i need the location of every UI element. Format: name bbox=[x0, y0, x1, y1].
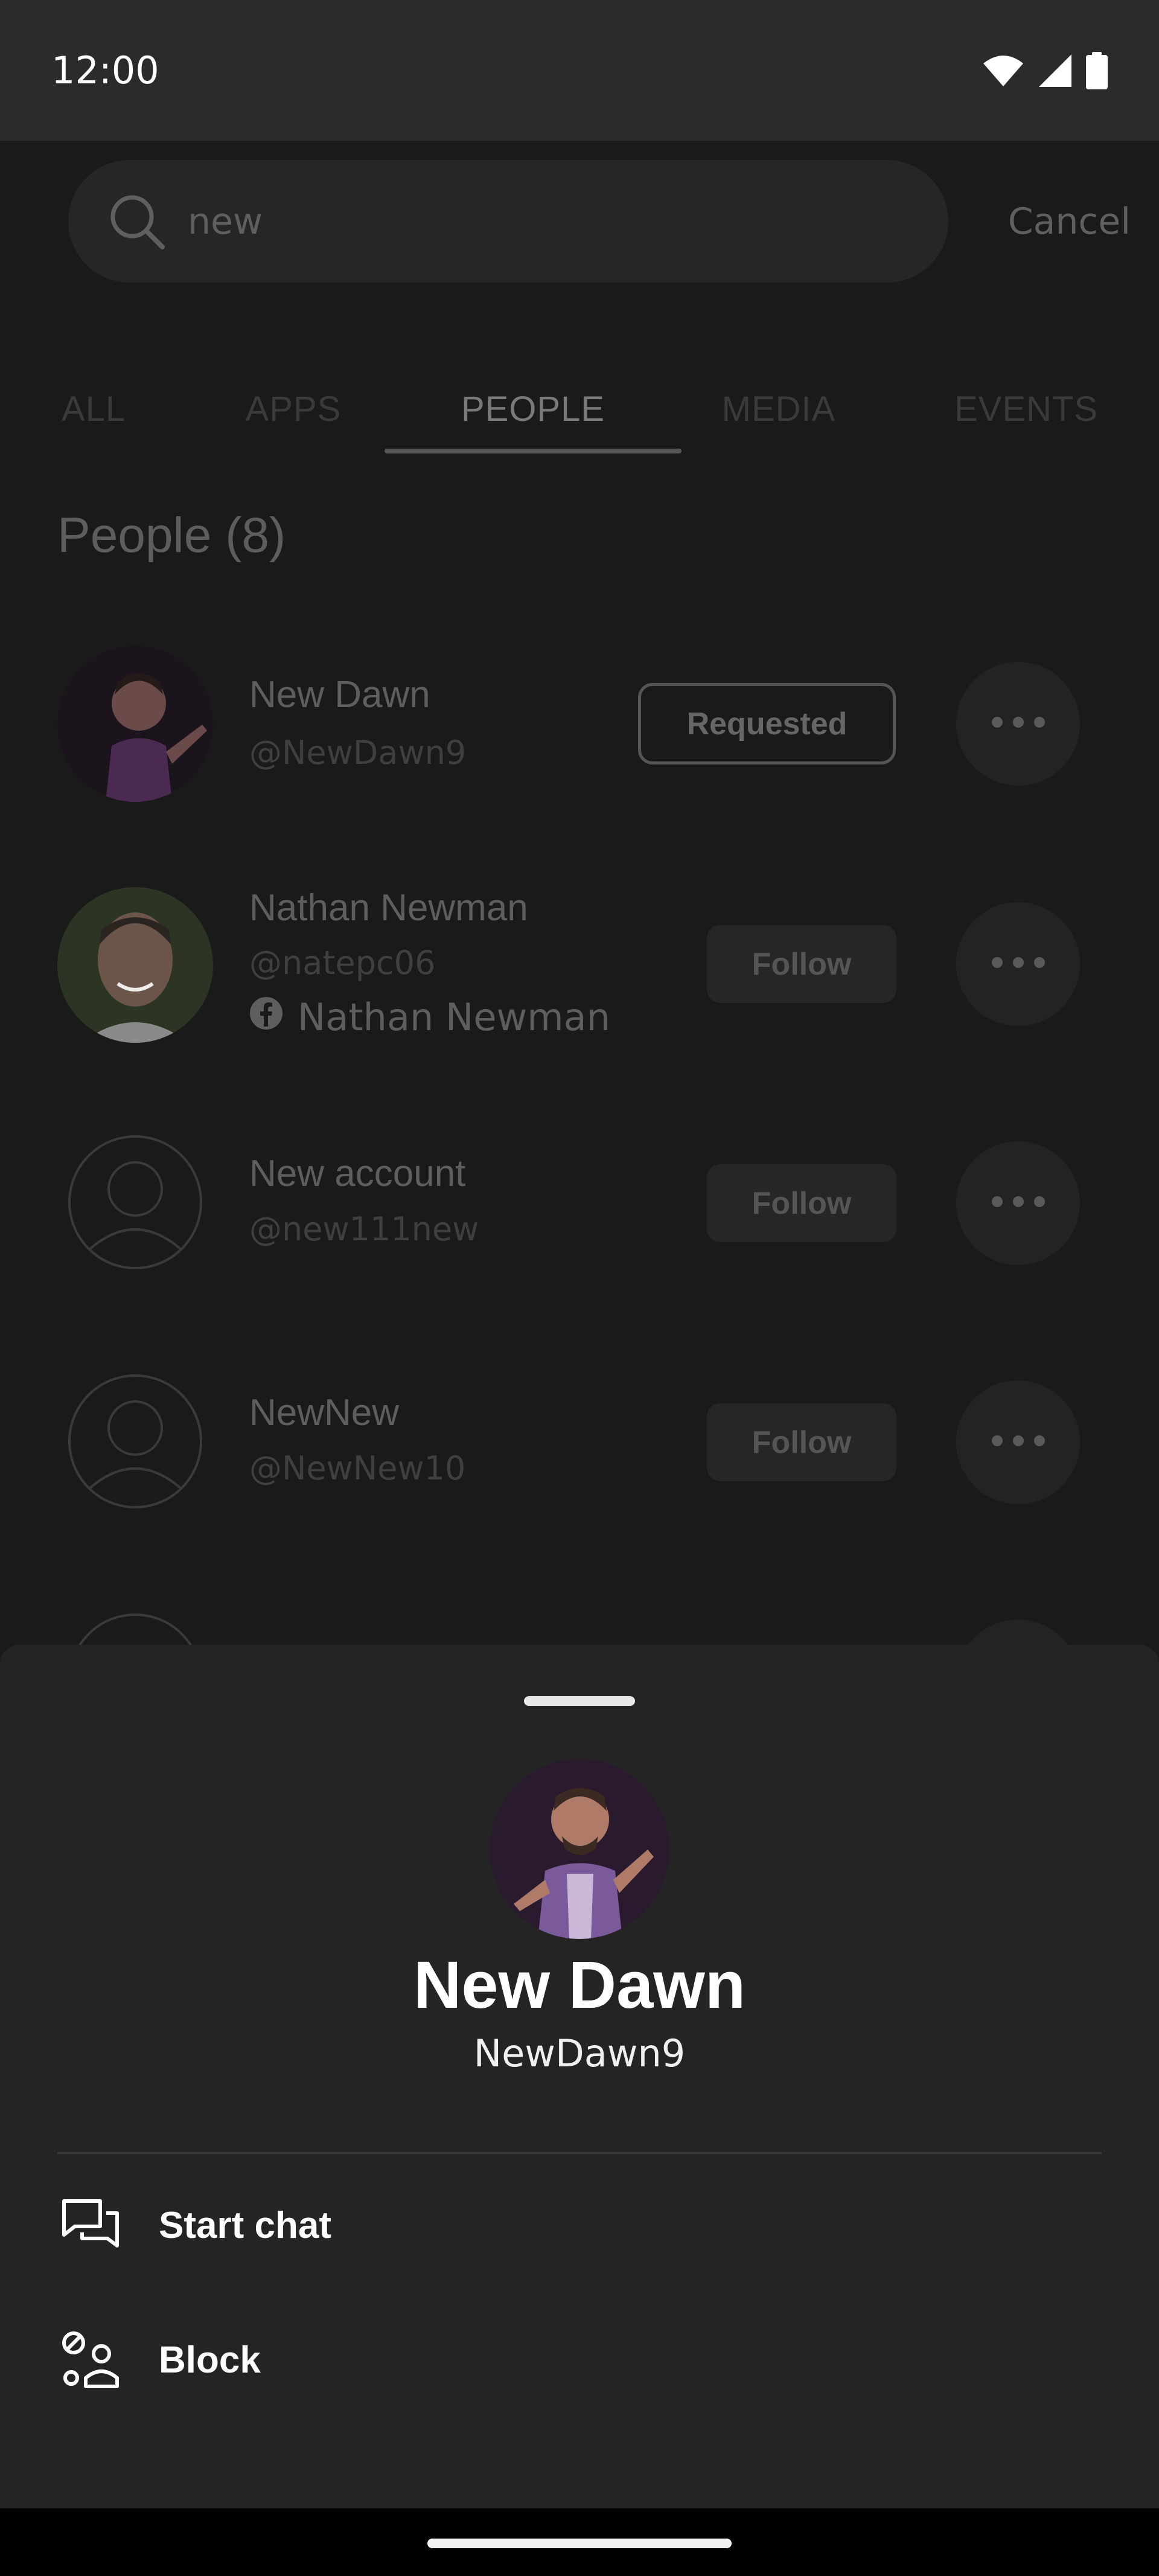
more-options-button[interactable] bbox=[956, 1141, 1080, 1265]
search-icon bbox=[107, 191, 167, 252]
person-handle: @new111new bbox=[249, 1210, 479, 1248]
status-bar: 12:00 bbox=[0, 0, 1159, 141]
search-input[interactable]: new bbox=[68, 160, 948, 283]
avatar bbox=[57, 887, 213, 1043]
list-item[interactable]: New account @new111new Follow bbox=[0, 1135, 1159, 1304]
app-screen: 12:00 new Cancel ALL APPS PEOPLE MEDIA E… bbox=[0, 0, 1159, 2576]
person-name: NewNew bbox=[249, 1392, 400, 1434]
more-horizontal-icon bbox=[991, 956, 1046, 972]
requested-button[interactable]: Requested bbox=[638, 683, 896, 764]
more-horizontal-icon bbox=[991, 716, 1046, 731]
cancel-button[interactable]: Cancel bbox=[1008, 200, 1131, 243]
person-name: New account bbox=[249, 1153, 466, 1194]
list-item[interactable]: New Dawn @NewDawn9 Requested bbox=[0, 640, 1159, 809]
home-gesture-handle[interactable] bbox=[427, 2539, 732, 2548]
person-name: Nathan Newman bbox=[249, 887, 528, 929]
facebook-connection: Nathan Newman bbox=[249, 995, 610, 1039]
person-name: New Dawn bbox=[249, 674, 430, 716]
tab-events[interactable]: EVENTS bbox=[930, 362, 1123, 456]
navigation-bar bbox=[0, 2508, 1159, 2576]
default-avatar bbox=[68, 1135, 202, 1269]
divider bbox=[57, 2152, 1102, 2154]
follow-button[interactable]: Follow bbox=[707, 1403, 896, 1481]
block-user-icon bbox=[57, 2327, 124, 2393]
more-horizontal-icon bbox=[991, 1435, 1046, 1450]
signal-icon bbox=[1038, 53, 1073, 88]
sheet-drag-handle[interactable] bbox=[524, 1696, 635, 1706]
follow-button[interactable]: Follow bbox=[707, 1164, 896, 1242]
search-tabs: ALL APPS PEOPLE MEDIA EVENTS bbox=[0, 362, 1159, 456]
tab-people[interactable]: PEOPLE bbox=[385, 362, 682, 456]
person-handle: @NewDawn9 bbox=[249, 734, 467, 772]
profile-bottom-sheet: New Dawn NewDawn9 Start chat Block bbox=[0, 1645, 1159, 2508]
wifi-icon bbox=[982, 54, 1024, 88]
people-section-title: People (8) bbox=[57, 508, 286, 563]
search-row: new Cancel bbox=[68, 160, 1131, 283]
status-time: 12:00 bbox=[51, 48, 159, 92]
battery-icon bbox=[1086, 51, 1108, 89]
list-item[interactable]: Nathan Newman @natepc06 Nathan Newman Fo… bbox=[0, 882, 1159, 1063]
search-query: new bbox=[188, 200, 263, 243]
status-icons bbox=[982, 51, 1108, 89]
profile-name: New Dawn bbox=[413, 1948, 746, 2022]
facebook-name: Nathan Newman bbox=[298, 995, 610, 1039]
profile-handle: NewDawn9 bbox=[473, 2031, 686, 2075]
active-tab-indicator bbox=[385, 449, 682, 453]
avatar bbox=[490, 1759, 669, 1939]
block-button[interactable]: Block bbox=[57, 2315, 1102, 2405]
more-options-button[interactable] bbox=[956, 1380, 1080, 1504]
tab-apps[interactable]: APPS bbox=[221, 362, 366, 456]
default-avatar bbox=[68, 1374, 202, 1508]
chat-icon bbox=[57, 2192, 124, 2258]
tab-media[interactable]: MEDIA bbox=[694, 362, 863, 456]
person-handle: @NewNew10 bbox=[249, 1449, 466, 1487]
more-options-button[interactable] bbox=[956, 902, 1080, 1026]
list-item[interactable]: NewNew @NewNew10 Follow bbox=[0, 1374, 1159, 1543]
start-chat-label: Start chat bbox=[159, 2204, 331, 2246]
start-chat-button[interactable]: Start chat bbox=[57, 2180, 1102, 2270]
person-handle: @natepc06 bbox=[249, 944, 436, 982]
facebook-icon bbox=[249, 995, 283, 1039]
block-label: Block bbox=[159, 2339, 261, 2381]
follow-button[interactable]: Follow bbox=[707, 925, 896, 1003]
more-options-button[interactable] bbox=[956, 662, 1080, 786]
tab-all[interactable]: ALL bbox=[33, 362, 154, 456]
avatar bbox=[57, 646, 213, 802]
more-horizontal-icon bbox=[991, 1196, 1046, 1211]
